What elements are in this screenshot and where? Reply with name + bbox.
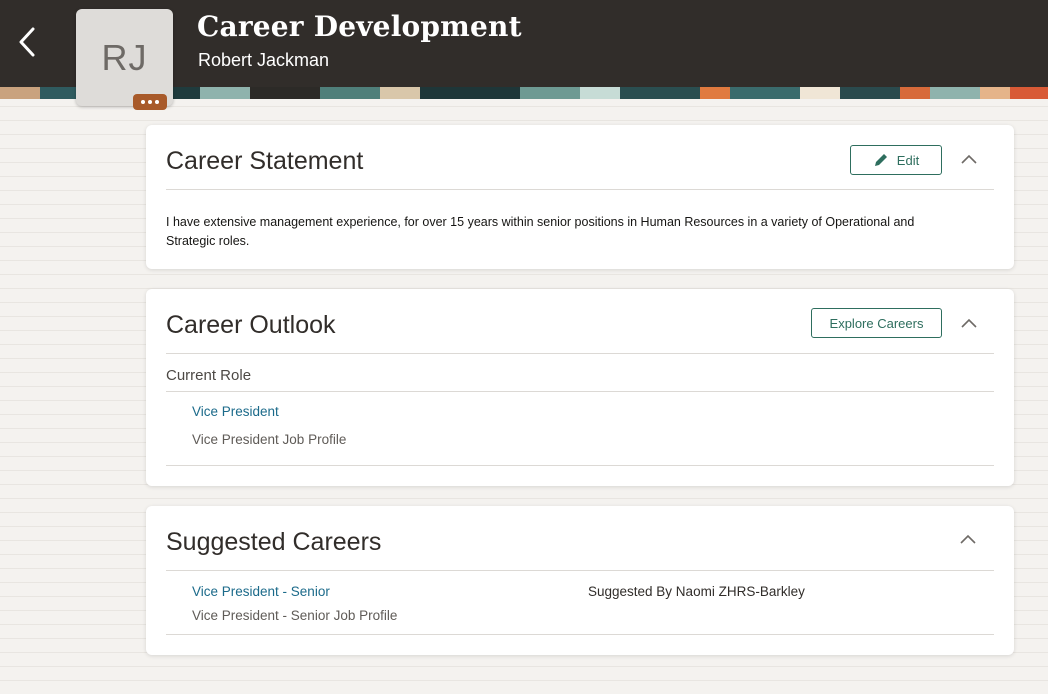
collapse-career-outlook-button[interactable]	[957, 311, 981, 335]
career-statement-title: Career Statement	[166, 147, 364, 175]
divider	[166, 570, 994, 571]
current-role-profile: Vice President Job Profile	[192, 432, 347, 447]
edit-button-label: Edit	[896, 152, 920, 168]
avatar-initials: RJ	[101, 36, 148, 78]
chevron-up-icon	[961, 318, 977, 328]
page-title: Career Development	[197, 10, 522, 43]
suggested-careers-card: Suggested Careers Vice President - Senio…	[146, 506, 1014, 655]
divider	[166, 391, 994, 392]
chevron-left-icon	[19, 27, 35, 57]
pencil-icon	[874, 154, 887, 166]
ellipsis-dot	[155, 100, 159, 104]
divider	[166, 353, 994, 354]
explore-careers-label: Explore Careers	[829, 315, 924, 331]
chevron-up-icon	[960, 534, 976, 544]
avatar: RJ	[76, 9, 173, 110]
collapse-suggested-careers-button[interactable]	[956, 527, 980, 551]
career-statement-text: I have extensive management experience, …	[166, 215, 915, 248]
suggested-by-text: Suggested By Naomi ZHRS-Barkley	[588, 584, 805, 599]
edit-button[interactable]: Edit	[850, 145, 942, 175]
divider	[166, 465, 994, 466]
collapse-career-statement-button[interactable]	[957, 147, 981, 171]
career-outlook-title: Career Outlook	[166, 311, 336, 339]
career-statement-card: Career Statement Edit I have extensive m…	[146, 125, 1014, 269]
page-subtitle: Robert Jackman	[198, 50, 330, 70]
current-role-link[interactable]: Vice President	[192, 404, 279, 419]
current-role-label: Current Role	[166, 367, 252, 384]
suggested-careers-title: Suggested Careers	[166, 528, 382, 556]
avatar-more-button[interactable]	[133, 94, 167, 110]
career-outlook-card: Career Outlook Explore Careers Current R…	[146, 289, 1014, 486]
divider	[166, 634, 994, 635]
chevron-up-icon	[961, 154, 977, 164]
explore-careers-button[interactable]: Explore Careers	[811, 308, 942, 338]
ellipsis-dot	[148, 100, 152, 104]
divider	[166, 189, 994, 190]
suggested-career-profile: Vice President - Senior Job Profile	[192, 608, 398, 623]
ellipsis-icon	[141, 100, 145, 104]
suggested-career-link[interactable]: Vice President - Senior	[192, 584, 330, 599]
back-button[interactable]	[12, 24, 42, 60]
